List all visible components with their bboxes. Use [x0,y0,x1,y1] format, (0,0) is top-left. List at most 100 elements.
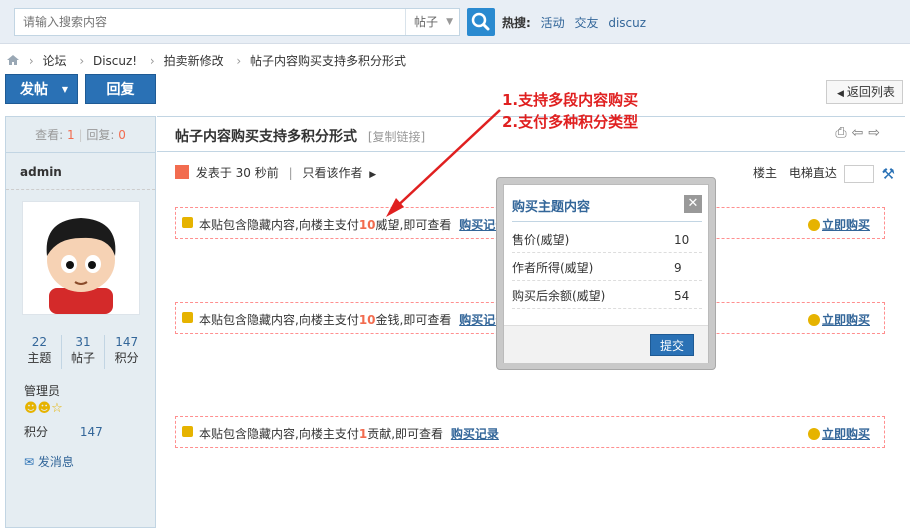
locked-amount: 10 [358,313,376,327]
star-icon: ☆ [51,401,63,416]
search-box: 帖子 ▼ [14,8,460,36]
balance-row: 购买后余额(威望) 54 [512,283,702,309]
views-count: 1 [67,128,75,142]
price-value: 10 [674,233,690,247]
chevron-left-icon: ◀ [837,89,844,99]
post-meta: 发表于 30 秒前 | 只看该作者 ▶ [175,164,376,181]
only-author-link[interactable]: 只看该作者 [302,166,362,180]
purchase-dialog-body: 购买主题内容 ✕ 售价(威望) 10 作者所得(威望) 9 购买后余额(威望) … [503,184,709,363]
lock-icon [182,426,193,437]
locked-amount: 10 [358,218,376,232]
locked-text: 本贴包含隐藏内容,向楼主支付10金钱,即可查看 购买记录 [199,311,507,328]
divider [6,189,155,190]
replies-label: 回复: [86,128,115,142]
reply-button[interactable]: 回复 [85,74,156,104]
buy-now-link[interactable]: 立即购买 [807,216,870,233]
search-type-select[interactable]: 帖子 ▼ [405,9,461,35]
elevator-label: 电梯直达 [788,166,837,180]
chevron-right-icon: ▶ [369,170,377,180]
credit-row: 积分 147 [24,423,103,440]
wrench-icon[interactable]: ⚒ [882,165,895,183]
count-credits[interactable]: 147 积分 [105,335,148,369]
chevron-right-icon: › [149,54,155,68]
author-income-row: 作者所得(威望) 9 [512,255,702,281]
buy-now-label: 立即购买 [821,313,870,327]
envelope-icon: ✉ [24,455,35,469]
breadcrumb-thread: 帖子内容购买支持多积分形式 [250,54,407,68]
thread-tools: ⎙⇦⇨ [835,125,885,141]
author-income-label: 作者所得(威望) [512,261,594,275]
search-input[interactable] [15,9,403,35]
elevator-input[interactable] [843,164,874,183]
lock-icon [182,217,193,228]
post-time: 发表于 30 秒前 [195,166,279,180]
home-icon[interactable] [6,54,20,66]
new-post-label: 发帖 [20,82,48,98]
price-label: 售价(威望) [512,233,570,247]
replies-count: 0 [118,128,126,142]
breadcrumb-auction[interactable]: 拍卖新修改 [164,54,224,68]
submit-button[interactable]: 提交 [650,334,694,356]
locked-text-pre: 本贴包含隐藏内容,向楼主支付 [199,218,359,232]
annotation-line-1: 1.支持多段内容购买 [502,91,639,109]
locked-text-post: 金钱,即可查看 [375,313,452,327]
locked-text: 本贴包含隐藏内容,向楼主支付10威望,即可查看 购买记录 [199,216,507,233]
next-thread-icon[interactable]: ⇨ [868,125,885,141]
chevron-right-icon: › [79,54,85,68]
top-bar: 帖子 ▼ 热搜: 活动 交友 discuz [0,0,910,44]
coin-icon [807,219,820,231]
search-type-label: 帖子 [414,15,439,29]
author-income-value: 9 [674,261,682,275]
count-threads[interactable]: 22 主题 [18,335,62,369]
floor-label: 楼主 [753,166,778,180]
hot-link-activity[interactable]: 活动 [541,16,565,30]
new-post-button[interactable]: 发帖 ▼ [5,74,78,104]
count-credits-label: 积分 [114,351,139,365]
breadcrumb-discuz[interactable]: Discuz! [93,54,137,68]
rank-icons: ☻☻☆ [24,401,63,416]
chevron-down-icon: ▼ [446,17,453,27]
user-group[interactable]: 管理员 [24,382,60,399]
count-threads-value: 22 [31,335,47,349]
close-icon[interactable]: ✕ [684,195,702,213]
annotation: 1.支持多段内容购买 2.支付多种积分类型 [502,89,638,133]
hot-link-discuz[interactable]: discuz [608,16,646,30]
coin-icon [807,428,820,440]
print-icon[interactable]: ⎙ [835,125,851,141]
hot-search-label: 热搜: [502,16,531,30]
divider [512,221,702,222]
floor-info: 楼主 电梯直达 ⚒ [753,164,895,183]
purchase-dialog: 购买主题内容 ✕ 售价(威望) 10 作者所得(威望) 9 购买后余额(威望) … [496,177,716,370]
buy-now-link[interactable]: 立即购买 [807,311,870,328]
locked-text-post: 贡献,即可查看 [367,427,444,441]
lock-icon [182,312,193,323]
author-name[interactable]: admin [20,165,62,179]
locked-content-block: 本贴包含隐藏内容,向楼主支付1贡献,即可查看 购买记录 立即购买 [175,416,885,448]
search-icon [471,12,490,31]
avatar[interactable] [22,201,140,315]
count-posts[interactable]: 31 帖子 [62,335,106,369]
annotation-line-2: 2.支付多种积分类型 [502,113,639,131]
back-to-list-button[interactable]: ◀ 返回列表 [826,80,903,104]
buy-now-link[interactable]: 立即购买 [807,425,870,442]
count-posts-label: 帖子 [71,351,96,365]
send-message-link[interactable]: ✉ 发消息 [24,453,74,470]
locked-text-pre: 本贴包含隐藏内容,向楼主支付 [199,313,359,327]
avatar-cartoon-icon [23,202,139,314]
search-button[interactable] [467,8,495,36]
author-icon [175,165,189,179]
dialog-title: 购买主题内容 [512,200,591,215]
price-row: 售价(威望) 10 [512,227,702,253]
locked-text-pre: 本贴包含隐藏内容,向楼主支付 [199,427,359,441]
copy-link[interactable]: [复制链接] [368,130,425,144]
buy-now-label: 立即购买 [821,218,870,232]
views-label: 查看: [35,128,64,142]
prev-thread-icon[interactable]: ⇦ [852,125,869,141]
purchase-record-link[interactable]: 购买记录 [451,427,499,441]
breadcrumb-forum[interactable]: 论坛 [42,54,66,68]
back-to-list-label: 返回列表 [846,85,895,99]
count-credits-value: 147 [115,335,139,349]
author-sidebar: 查看: 1 | 回复: 0 admin 22 主题 31 帖子 147 积分 管理员 … [5,116,156,528]
hot-link-dating[interactable]: 交友 [574,16,598,30]
count-threads-label: 主题 [27,351,52,365]
